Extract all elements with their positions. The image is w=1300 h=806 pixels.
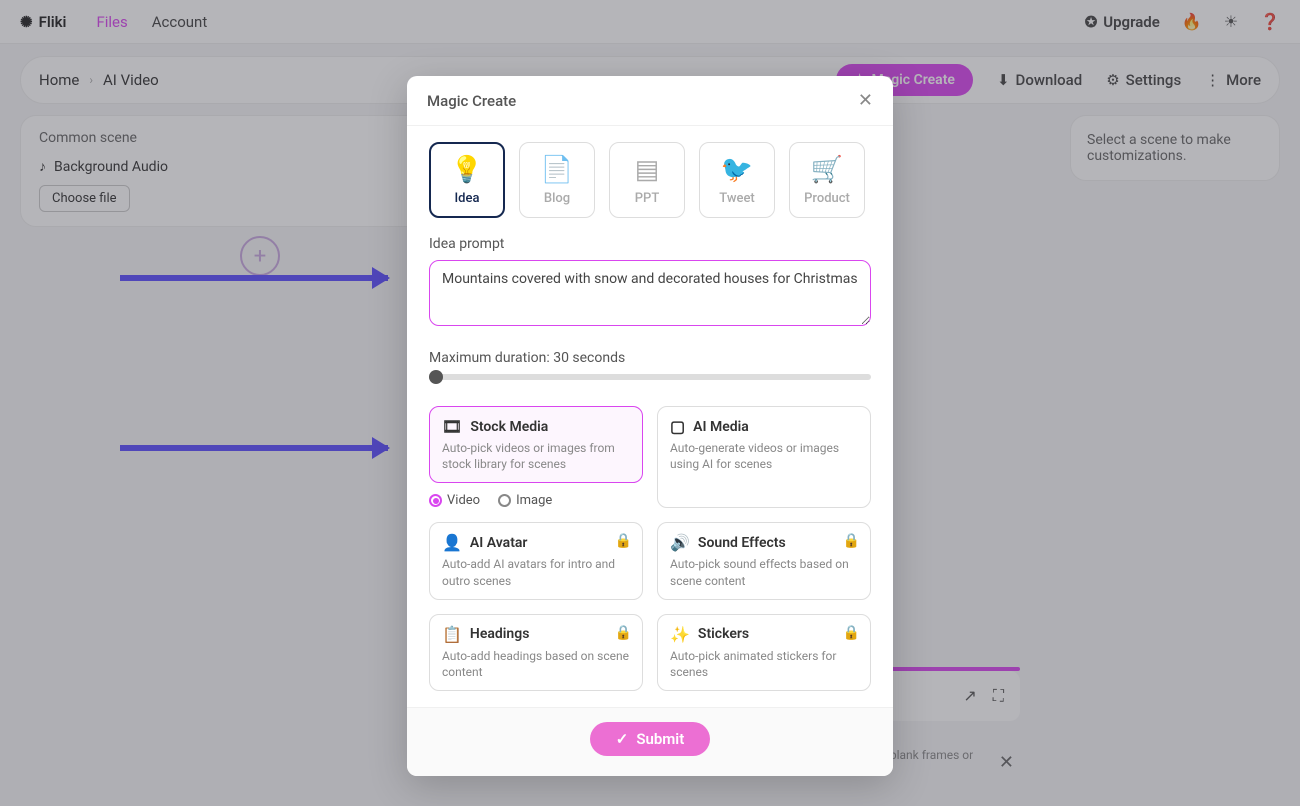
option-ai-avatar[interactable]: 🔒 👤AI Avatar Auto-add AI avatars for int… <box>429 522 643 599</box>
option-headings[interactable]: 🔒 📋Headings Auto-add headings based on s… <box>429 614 643 691</box>
slides-icon: ▤ <box>635 155 660 185</box>
duration-slider[interactable] <box>429 374 871 380</box>
option-stickers[interactable]: 🔒 ✨Stickers Auto-pick animated stickers … <box>657 614 871 691</box>
option-sound-effects[interactable]: 🔒 🔊Sound Effects Auto-pick sound effects… <box>657 522 871 599</box>
tab-blog[interactable]: 📄 Blog <box>519 142 595 218</box>
lightbulb-icon: 💡 <box>451 155 483 185</box>
lock-icon: 🔒 <box>843 533 860 549</box>
check-icon: ✓ <box>616 730 629 748</box>
option-stock-media[interactable]: 🎞Stock Media Auto-pick videos or images … <box>429 406 643 483</box>
tab-product[interactable]: 🛒 Product <box>789 142 865 218</box>
tab-tweet[interactable]: 🐦 Tweet <box>699 142 775 218</box>
avatar-icon: 👤 <box>442 533 462 552</box>
close-icon[interactable]: ✕ <box>858 90 873 111</box>
film-icon: 🎞 <box>442 417 462 436</box>
tab-idea[interactable]: 💡 Idea <box>429 142 505 218</box>
heading-icon: 📋 <box>442 625 462 644</box>
modal-title: Magic Create <box>427 92 516 110</box>
slider-thumb[interactable] <box>429 370 443 384</box>
document-icon: 📄 <box>541 155 573 185</box>
source-tabs: 💡 Idea 📄 Blog ▤ PPT 🐦 Tweet 🛒 Product <box>429 142 871 218</box>
option-ai-media[interactable]: ▢AI Media Auto-generate videos or images… <box>657 406 871 508</box>
idea-prompt-input[interactable] <box>429 260 871 326</box>
radio-image[interactable]: Image <box>498 493 552 508</box>
sound-icon: 🔊 <box>670 533 690 552</box>
sticker-icon: ✨ <box>670 625 690 644</box>
submit-button[interactable]: ✓ Submit <box>590 722 711 756</box>
lock-icon: 🔒 <box>615 533 632 549</box>
cart-icon: 🛒 <box>811 155 843 185</box>
lock-icon: 🔒 <box>843 625 860 641</box>
tab-ppt[interactable]: ▤ PPT <box>609 142 685 218</box>
prompt-label: Idea prompt <box>429 236 871 252</box>
media-type-radio: Video Image <box>429 493 643 508</box>
duration-label: Maximum duration: 30 seconds <box>429 350 871 366</box>
magic-create-modal: Magic Create ✕ 💡 Idea 📄 Blog ▤ PPT 🐦 Twe… <box>407 76 893 776</box>
lock-icon: 🔒 <box>615 625 632 641</box>
sparkle-icon: ▢ <box>670 417 685 436</box>
radio-video[interactable]: Video <box>429 493 480 508</box>
twitter-icon: 🐦 <box>721 155 753 185</box>
